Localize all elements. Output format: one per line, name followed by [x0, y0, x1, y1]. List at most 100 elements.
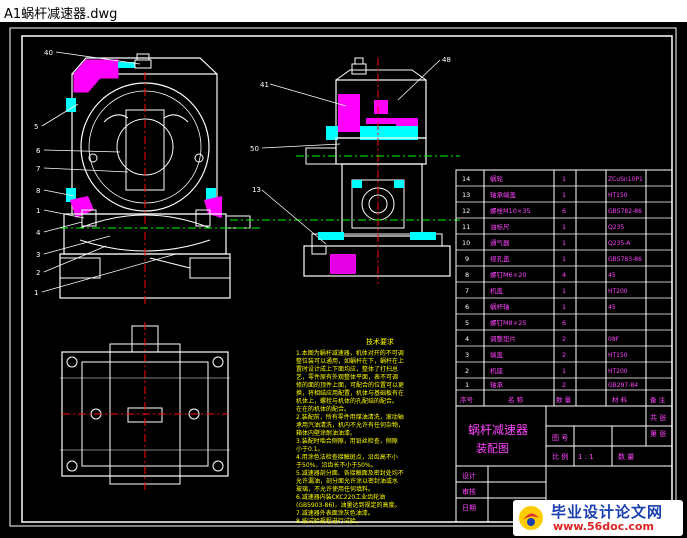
note-line: (GB5903-86)，油量达到规定的高度。	[296, 501, 401, 509]
note-line: 1.本图为蜗杆减速器，机体对开的不可调	[296, 349, 404, 357]
leader-label: 6	[36, 147, 41, 155]
part-material: HT150	[608, 192, 628, 199]
part-no: 12	[462, 207, 470, 215]
part-no: 3	[465, 351, 469, 359]
cad-viewport[interactable]: 40 5 6 7 8 1 4 3 2 1 41 48 50 13 技术要求 1.…	[0, 22, 687, 538]
note-line: 换，将相结应用配置，机体与基础板有在	[296, 389, 404, 397]
note-line: 机体上，螺栓与机体的孔配结的配合。	[296, 397, 398, 405]
window-titlebar: A1蜗杆减速器.dwg	[0, 0, 687, 23]
note-line: 允许漏油，剖分面允许涂以密封油或水	[296, 477, 398, 485]
part-qty: 1	[562, 239, 566, 247]
leader-label: 40	[44, 49, 53, 57]
header-material: 材 料	[612, 395, 628, 404]
part-no: 1	[465, 381, 469, 389]
drawing-canvas[interactable]: 40 5 6 7 8 1 4 3 2 1 41 48 50 13 技术要求 1.…	[0, 22, 687, 538]
part-qty: 1	[562, 175, 566, 183]
title-block-text: 蜗杆减速器 装配图 图 号 比 例 1 : 1 数 量 共 张 第 张 设计 审…	[462, 413, 666, 512]
sheet-no-label: 第 张	[650, 429, 666, 438]
part-qty: 2	[562, 335, 566, 343]
plan-view	[60, 322, 230, 492]
leader-label: 3	[36, 251, 40, 259]
part-name: 调整垫片	[490, 334, 516, 343]
part-name: 视孔盖	[490, 254, 510, 263]
part-material: Q235	[608, 224, 624, 231]
leader-label: 7	[36, 165, 40, 173]
part-material: 45	[608, 304, 616, 311]
qty-label: 数 量	[618, 452, 634, 461]
design-label: 设计	[462, 471, 476, 480]
watermark-url: www.56doc.com	[553, 520, 654, 533]
notes-heading: 技术要求	[366, 337, 394, 346]
part-no: 8	[465, 271, 469, 279]
note-line: 3.装配时啮合侧隙，用铅丝检查，侧隙	[296, 437, 398, 445]
part-qty: 2	[562, 351, 566, 359]
watermark-logo-icon	[519, 506, 543, 530]
window-title: A1蜗杆减速器.dwg	[4, 7, 118, 22]
part-no: 11	[462, 223, 470, 231]
note-line: 5.减速器剖分面、各接触面及密封处均不	[296, 469, 404, 477]
side-view	[230, 57, 460, 284]
part-material: GB5782-86	[608, 208, 642, 215]
parts-list-text: 14 13 12 11 10 9 8 7 6 5 4 3 2 1 蜗轮 轴承端盖…	[460, 174, 666, 404]
header-no: 序号	[460, 395, 474, 404]
front-view-leader-labels: 40 5 6 7 8 1 4 3 2 1	[34, 49, 53, 297]
part-material: HT200	[608, 368, 628, 375]
part-material: HT150	[608, 352, 628, 359]
front-view	[41, 51, 262, 307]
part-no: 10	[462, 239, 470, 247]
part-no: 9	[465, 255, 469, 263]
part-qty: 6	[562, 207, 566, 215]
leader-label: 5	[34, 123, 38, 131]
part-name: 油标尺	[490, 222, 510, 231]
technical-notes: 技术要求 1.本图为蜗杆减速器，机体对开的不可调 整位装可以通用，如蜗杆在下，蜗…	[296, 337, 404, 525]
part-no: 2	[465, 367, 469, 375]
note-line: 在在的机体的配合。	[296, 405, 350, 413]
part-name: 通气器	[490, 238, 510, 247]
part-name: 螺钉M6×20	[490, 270, 526, 279]
leader-label: 4	[36, 229, 41, 237]
date-label: 日期	[462, 504, 476, 512]
scale-label: 比 例	[552, 452, 568, 461]
note-line: 整位装可以通用，如蜗杆在下，蜗杆在上	[296, 357, 404, 365]
note-line: 小于0.1。	[296, 445, 324, 453]
leader-label: 50	[250, 145, 259, 153]
parts-name-col: 蜗轮 轴承端盖 螺栓M10×35 油标尺 通气器 视孔盖 螺钉M6×20 机盖 …	[490, 174, 531, 389]
part-name: 轴承端盖	[490, 190, 517, 199]
header-note: 备 注	[650, 395, 666, 404]
parts-header: 序号 名 称 数 量 材 料 备 注	[460, 395, 666, 404]
part-material: HT200	[608, 288, 628, 295]
note-line: 4.用涂色法检查接触斑点，沿齿高不小	[296, 453, 398, 461]
part-qty: 1	[562, 191, 566, 199]
note-line: 玻璃，不允许使用任何填料。	[296, 485, 374, 493]
part-name: 轴承	[490, 380, 504, 389]
drawing-subtitle: 装配图	[476, 442, 509, 455]
header-name: 名 称	[508, 395, 524, 404]
part-name: 端盖	[490, 350, 504, 359]
part-qty: 1	[562, 303, 566, 311]
sheet-total-label: 共 张	[650, 413, 666, 422]
leader-label: 41	[260, 81, 269, 89]
part-qty: 4	[562, 271, 566, 279]
leader-label: 8	[36, 187, 40, 195]
part-no: 7	[465, 287, 469, 295]
part-name: 螺钉M8×25	[490, 318, 526, 327]
part-qty: 1	[562, 255, 566, 263]
part-no: 5	[465, 319, 469, 327]
leader-label: 1	[36, 207, 40, 215]
part-name: 螺栓M10×35	[490, 206, 531, 215]
part-qty: 1	[562, 367, 566, 375]
part-material: 08F	[608, 336, 620, 343]
watermark-title: 毕业设计论文网	[551, 503, 664, 521]
note-line: 艺，零件原有外观整体平面，表不可调	[296, 373, 398, 381]
part-name: 机座	[490, 366, 504, 375]
note-line: 置时设计成上下面均应，整体了打扫总	[296, 365, 398, 373]
part-qty: 6	[562, 319, 566, 327]
part-name: 机盖	[490, 286, 504, 295]
part-material: ZCuSn10P1	[608, 176, 643, 183]
drawing-name: 蜗杆减速器	[468, 422, 528, 437]
part-material: GB5783-86	[608, 256, 642, 263]
part-qty: 1	[562, 223, 566, 231]
part-no: 14	[462, 175, 470, 183]
leader-label: 13	[252, 186, 261, 194]
check-label: 审核	[462, 487, 476, 496]
